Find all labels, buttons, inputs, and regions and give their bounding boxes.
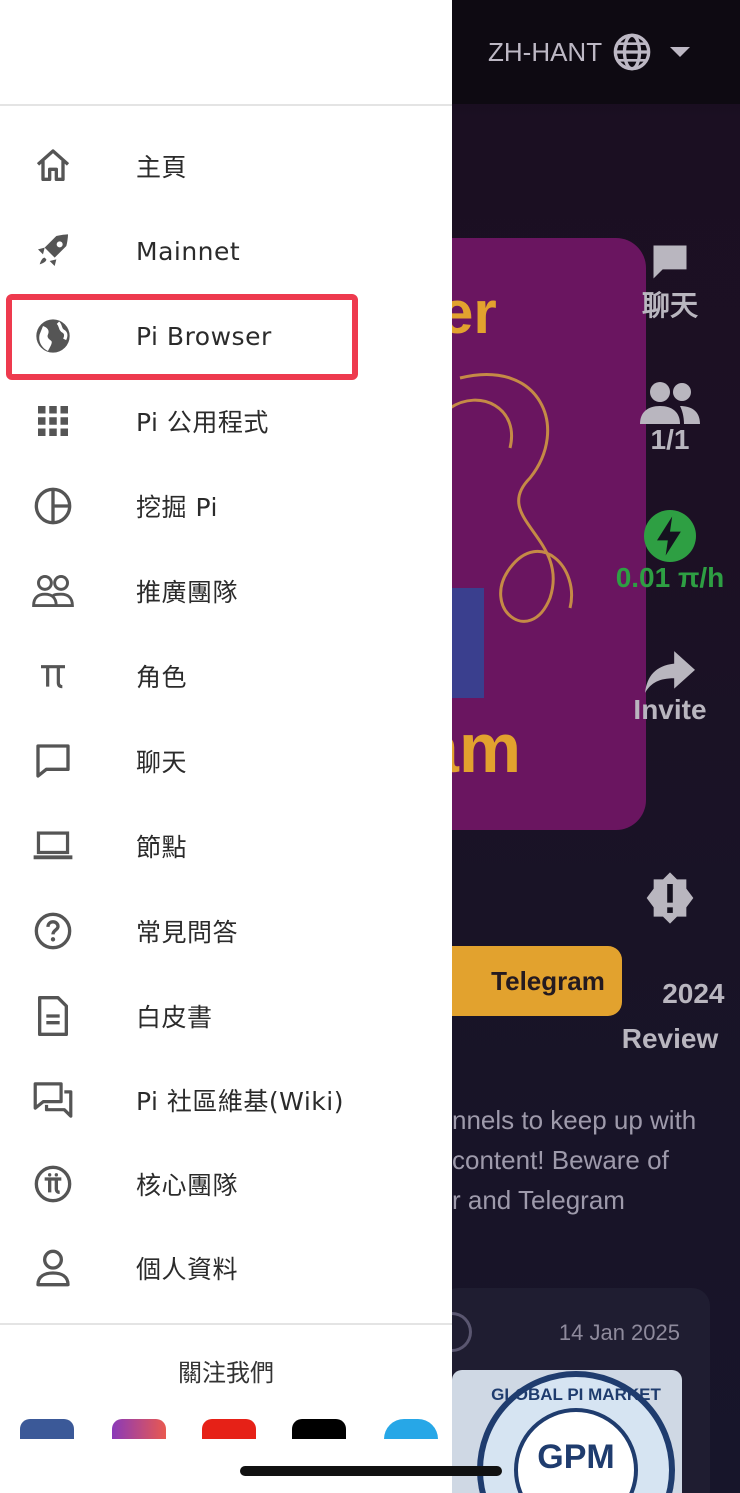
card-date: 14 Jan 2025 xyxy=(558,1320,680,1345)
drawer-item-label: 核心團隊 xyxy=(136,1171,239,1200)
rail-team[interactable]: 1/1 xyxy=(600,380,740,456)
share-arrow-icon xyxy=(645,651,695,693)
laptop-icon xyxy=(32,825,74,867)
drawer-item-label: 白皮書 xyxy=(136,1003,213,1032)
gpm-logo-ring-text: GLOBAL PI MARKET xyxy=(491,1385,661,1404)
lightning-icon xyxy=(644,510,696,562)
chat-bubble-icon xyxy=(32,740,74,782)
rail-invite-label: Invite xyxy=(633,694,707,725)
notice-text: nnels to keep up with content! Beware of… xyxy=(452,1105,697,1215)
drawer-item-label: Pi 公用程式 xyxy=(136,408,269,437)
drawer-item-mine-pi[interactable]: 挖掘 Pi xyxy=(0,464,452,548)
rail-chat-label: 聊天 xyxy=(641,290,698,321)
telegram-button[interactable]: Telegram xyxy=(452,946,622,1016)
drawer-item-label: 個人資料 xyxy=(136,1255,239,1284)
follow-us-label: 關注我們 xyxy=(178,1359,274,1387)
group-icon xyxy=(32,570,74,612)
rail-review-label: 2024 Review xyxy=(621,978,725,1054)
pi-symbol-icon xyxy=(32,655,74,697)
people-icon xyxy=(640,382,700,424)
rail-team-label: 1/1 xyxy=(650,424,690,455)
drawer-item-wiki[interactable]: Pi 社區維基(Wiki) xyxy=(0,1058,452,1142)
drawer-item-label: Mainnet xyxy=(136,236,241,266)
drawer-item-whitepaper[interactable]: 白皮書 xyxy=(0,974,452,1058)
drawer-item-faq[interactable]: 常見問答 xyxy=(0,889,452,973)
highlight-box xyxy=(6,294,358,380)
home-indicator xyxy=(240,1466,502,1476)
chevron-down-icon xyxy=(670,47,691,57)
forum-icon xyxy=(32,1079,74,1121)
drawer-item-chat[interactable]: 聊天 xyxy=(0,719,452,803)
person-icon xyxy=(32,1247,74,1289)
rail-review[interactable]: 2024 Review xyxy=(600,780,740,1106)
pi-coin-icon xyxy=(32,1163,74,1205)
drawer-item-label: 角色 xyxy=(136,663,188,692)
question-icon xyxy=(32,910,74,952)
telegram-icon[interactable] xyxy=(384,1419,438,1439)
news-card[interactable]: 14 Jan 2025 GPM GLOBAL PI MARKET xyxy=(440,1288,710,1493)
drawer-item-roles[interactable]: 角色 xyxy=(0,634,452,718)
drawer-header xyxy=(0,0,452,106)
drawer-item-core-team[interactable]: 核心團隊 xyxy=(0,1142,452,1226)
rail-mining-rate[interactable]: 0.01 π/h xyxy=(600,510,740,594)
x-twitter-icon[interactable] xyxy=(292,1419,346,1439)
drawer-item-referral-team[interactable]: 推廣團隊 xyxy=(0,549,452,633)
drawer-item-label: 挖掘 Pi xyxy=(136,493,218,522)
drawer-item-label: 節點 xyxy=(136,833,188,862)
rail-rate-label: 0.01 π/h xyxy=(615,562,725,593)
drawer-item-mainnet[interactable]: Mainnet xyxy=(0,209,452,293)
rocket-icon xyxy=(32,230,74,272)
chat-icon xyxy=(653,245,687,279)
drawer-item-label: 主頁 xyxy=(136,153,188,182)
drawer-item-label: 常見問答 xyxy=(136,918,239,947)
drawer-item-node[interactable]: 節點 xyxy=(0,804,452,888)
youtube-icon[interactable] xyxy=(202,1419,256,1439)
drawer-item-pi-utilities[interactable]: Pi 公用程式 xyxy=(0,379,452,463)
drawer-item-label: 推廣團隊 xyxy=(136,578,239,607)
drawer-item-label: Pi 社區維基(Wiki) xyxy=(136,1087,344,1116)
drawer-item-profile[interactable]: 個人資料 xyxy=(0,1226,452,1310)
instagram-icon[interactable] xyxy=(112,1419,166,1439)
alert-badge-icon xyxy=(646,872,694,924)
drawer-item-home[interactable]: 主頁 xyxy=(0,124,452,208)
rail-chat[interactable]: 聊天 xyxy=(600,240,740,324)
language-selector[interactable]: ZH-HANT xyxy=(488,30,691,74)
document-icon xyxy=(32,995,74,1037)
facebook-icon[interactable] xyxy=(20,1419,74,1439)
rail-invite[interactable]: Invite xyxy=(600,650,740,726)
globe-icon xyxy=(613,33,651,71)
apps-grid-icon xyxy=(32,400,74,442)
drawer-item-label: 聊天 xyxy=(136,748,188,777)
home-icon xyxy=(32,145,74,187)
pie-chart-icon xyxy=(32,485,74,527)
navigation-drawer: 主頁 Mainnet Pi Browser Pi 公用程式 挖掘 Pi 推廣團隊 xyxy=(0,0,452,1493)
gpm-logo-text: GPM xyxy=(537,1438,614,1476)
language-label: ZH-HANT xyxy=(488,36,603,67)
